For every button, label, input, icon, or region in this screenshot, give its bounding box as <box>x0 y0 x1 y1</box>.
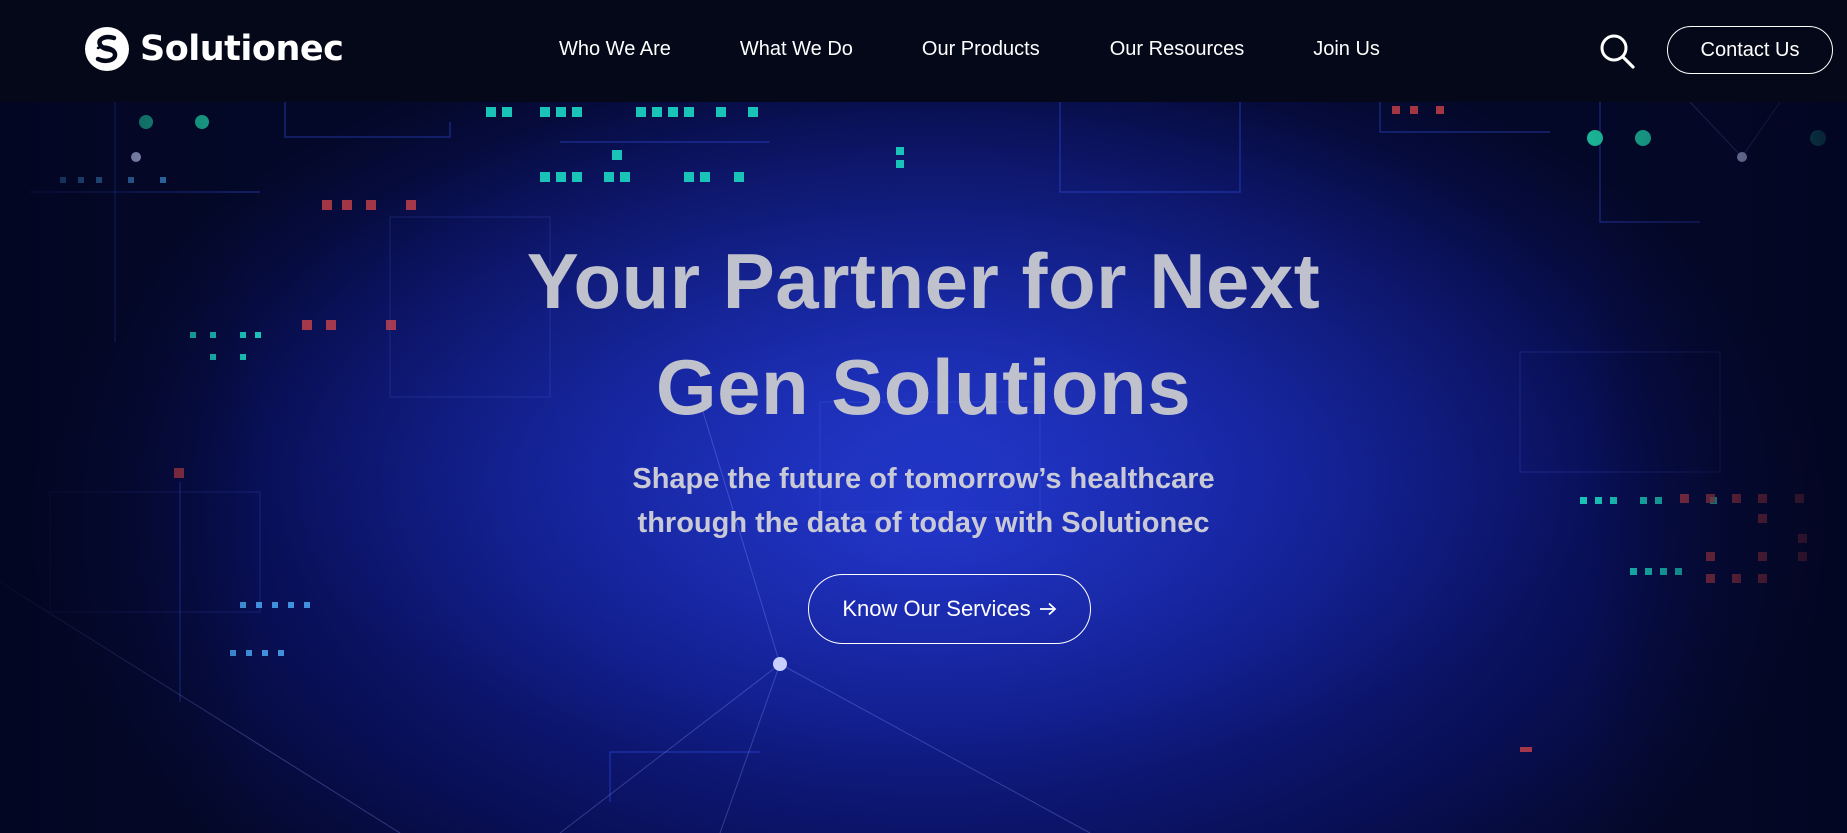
logo-icon <box>85 27 129 71</box>
hero-headline-line1: Your Partner for Next <box>526 237 1321 325</box>
contact-us-button[interactable]: Contact Us <box>1667 26 1833 74</box>
hero-subheading-line2: through the data of today with Solutione… <box>637 507 1210 539</box>
main-nav: Who We Are What We Do Our Products Our R… <box>559 38 1380 61</box>
page: Solutionec Who We Are What We Do Our Pro… <box>0 0 1847 833</box>
hero-subheading-line1: Shape the future of tomorrow’s healthcar… <box>632 463 1215 495</box>
hero-headline-line2: Gen Solutions <box>655 343 1192 431</box>
nav-item-what-we-do[interactable]: What We Do <box>740 38 853 61</box>
arrow-right-icon <box>1039 602 1056 616</box>
hero-subheading: Shape the future of tomorrow’s healthcar… <box>0 457 1847 545</box>
nav-item-who-we-are[interactable]: Who We Are <box>559 38 671 61</box>
site-header: Solutionec Who We Are What We Do Our Pro… <box>0 0 1847 102</box>
hero-section: Your Partner for Next Gen Solutions Shap… <box>0 102 1847 833</box>
nav-item-join-us[interactable]: Join Us <box>1313 38 1380 61</box>
logo-link[interactable]: Solutionec <box>84 26 344 72</box>
logo-text: Solutionec <box>140 29 344 69</box>
nav-item-our-products[interactable]: Our Products <box>922 38 1040 61</box>
nav-item-our-resources[interactable]: Our Resources <box>1110 38 1245 61</box>
hero-headline: Your Partner for Next Gen Solutions <box>0 228 1847 440</box>
cta-label: Know Our Services <box>842 596 1031 621</box>
search-icon[interactable] <box>1598 32 1636 70</box>
know-our-services-button[interactable]: Know Our Services <box>808 574 1091 644</box>
